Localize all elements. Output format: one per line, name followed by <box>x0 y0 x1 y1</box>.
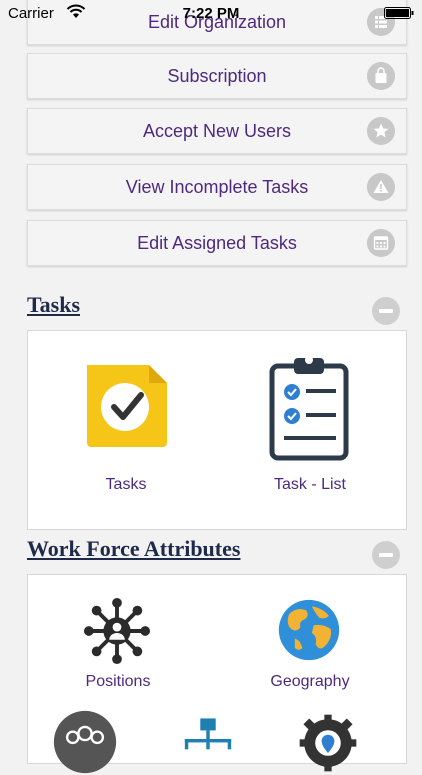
task-list-tile[interactable]: Task - List <box>240 351 380 501</box>
battery-icon <box>384 7 414 19</box>
task-check-icon <box>87 365 167 447</box>
accept-new-users-button[interactable]: Accept New Users <box>27 108 407 154</box>
tasks-tile[interactable]: Tasks <box>56 351 196 501</box>
task-list-tile-label: Task - List <box>273 476 346 493</box>
workforce-panel: Positions Geography <box>27 574 407 774</box>
subscription-label: Subscription <box>167 65 267 86</box>
globe-icon <box>278 599 340 661</box>
tasks-panel: Tasks Task - List <box>27 330 407 530</box>
edit-assigned-tasks-button[interactable]: Edit Assigned Tasks <box>27 220 407 266</box>
shopping-bag-icon <box>367 62 395 90</box>
workforce-collapse-button[interactable] <box>372 541 400 569</box>
geography-tile-label: Geography <box>270 673 350 690</box>
tasks-section-title: Tasks <box>27 292 81 317</box>
network-person-icon <box>83 597 151 665</box>
status-time: 7:22 PM <box>182 5 240 22</box>
accept-new-users-label: Accept New Users <box>142 120 292 141</box>
tasks-collapse-button[interactable] <box>372 297 400 325</box>
workforce-section-title: Work Force Attributes <box>27 536 241 561</box>
star-icon <box>367 117 395 145</box>
subscription-button[interactable]: Subscription <box>27 53 407 99</box>
edit-assigned-tasks-label: Edit Assigned Tasks <box>137 232 297 253</box>
org-chart-icon[interactable] <box>178 715 238 775</box>
tasks-tile-label: Tasks <box>105 476 147 493</box>
calendar-icon <box>367 229 395 257</box>
positions-tile-label: Positions <box>85 673 151 690</box>
location-gear-icon[interactable] <box>296 711 360 775</box>
positions-tile[interactable]: Positions <box>48 593 188 693</box>
clipboard-list-icon <box>269 356 349 461</box>
view-incomplete-tasks-label: View Incomplete Tasks <box>125 176 309 197</box>
view-incomplete-tasks-button[interactable]: View Incomplete Tasks <box>27 164 407 210</box>
team-icon[interactable] <box>52 709 118 775</box>
geography-tile[interactable]: Geography <box>240 593 380 693</box>
warning-icon <box>367 173 395 201</box>
status-bar: Carrier 7:22 PM <box>0 0 422 26</box>
